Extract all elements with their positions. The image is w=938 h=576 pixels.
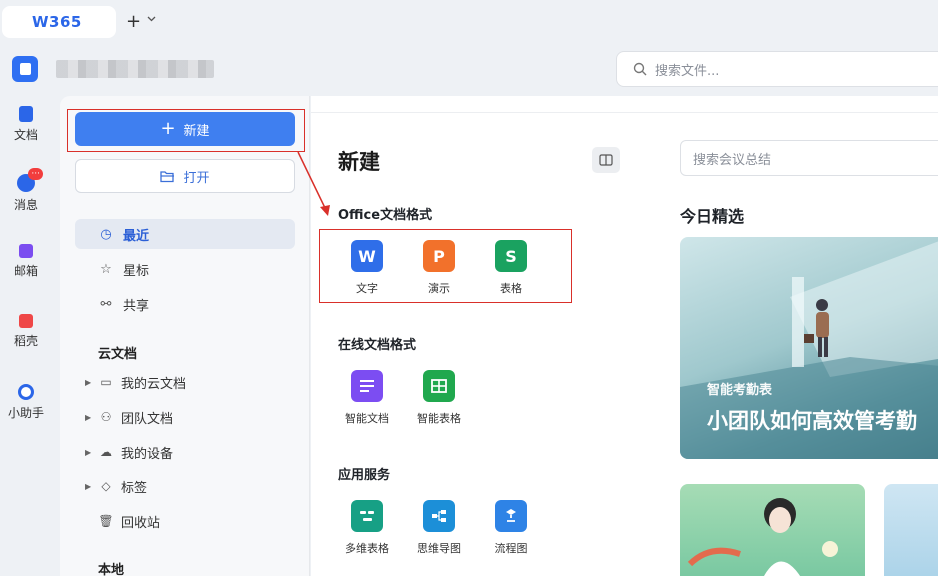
annotation-arrow <box>297 151 330 216</box>
